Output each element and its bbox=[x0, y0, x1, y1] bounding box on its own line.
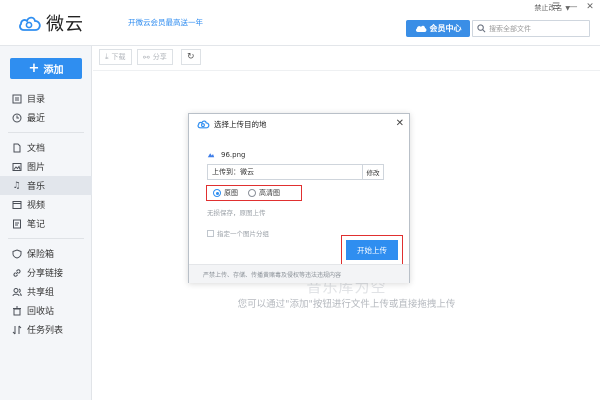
sidebar: + 添加 目录 最近 文档 图片 ♫ 音乐 视频 笔记 保险箱 分享链接 共享组… bbox=[0, 46, 92, 400]
cloud-logo-icon bbox=[19, 16, 41, 31]
album-group-option[interactable]: 指定一个图片分组 bbox=[207, 228, 269, 238]
add-button[interactable]: + 添加 bbox=[10, 58, 82, 79]
document-icon bbox=[11, 142, 22, 153]
sidebar-item-share-links[interactable]: 分享链接 bbox=[0, 263, 92, 282]
dialog-body: 96.png 上传到：微云 修改 原图 高清图 无损保存，原图上传 指定一个图片… bbox=[189, 134, 409, 265]
radio-selected-icon bbox=[213, 189, 221, 197]
clock-icon bbox=[11, 112, 22, 123]
directory-icon bbox=[11, 93, 22, 104]
minimize-icon[interactable]: — bbox=[567, 2, 579, 12]
quality-note: 无损保存，原图上传 bbox=[207, 209, 266, 217]
sidebar-divider bbox=[8, 238, 84, 239]
share-button[interactable]: ⚯ 分享 bbox=[137, 49, 173, 65]
checkbox[interactable] bbox=[207, 229, 214, 237]
video-icon bbox=[11, 199, 22, 210]
dialog-header: 选择上传目的地 bbox=[189, 114, 409, 134]
image-file-icon bbox=[207, 150, 215, 160]
sidebar-item-notes[interactable]: 笔记 bbox=[0, 214, 92, 233]
sidebar-item-label: 最近 bbox=[27, 114, 46, 124]
sidebar-item-recycle-bin[interactable]: 回收站 bbox=[0, 301, 92, 320]
sidebar-item-music[interactable]: ♫ 音乐 bbox=[0, 176, 92, 195]
modify-button[interactable]: 修改 bbox=[362, 164, 384, 180]
sidebar-item-label: 笔记 bbox=[27, 220, 46, 230]
file-item: 96.png bbox=[207, 150, 245, 160]
top-bar: 微云 开微云会员最高送一年 禁止改名 ▼ ☰ — ✕ 会员中心 bbox=[0, 0, 600, 46]
search-icon bbox=[477, 24, 486, 33]
close-window-icon[interactable]: ✕ bbox=[584, 2, 596, 12]
sidebar-item-documents[interactable]: 文档 bbox=[0, 138, 92, 157]
sidebar-nav: 目录 最近 文档 图片 ♫ 音乐 视频 笔记 保险箱 分享链接 共享组 回收站 … bbox=[0, 89, 92, 339]
search-input[interactable] bbox=[489, 24, 589, 33]
sidebar-item-label: 任务列表 bbox=[27, 326, 64, 336]
promo-link[interactable]: 开微云会员最高送一年 bbox=[128, 17, 203, 28]
link-icon bbox=[11, 267, 22, 278]
file-name: 96.png bbox=[221, 151, 246, 159]
group-icon bbox=[11, 286, 22, 297]
upload-destination-dialog: 选择上传目的地 ✕ 96.png 上传到：微云 修改 原图 高清图 无损保存，原… bbox=[188, 113, 410, 283]
sidebar-item-task-list[interactable]: 任务列表 bbox=[0, 320, 92, 339]
checkbox-label: 指定一个图片分组 bbox=[217, 230, 269, 238]
menu-icon[interactable]: ☰ bbox=[550, 2, 562, 12]
cloud-logo-icon bbox=[197, 120, 210, 129]
sidebar-item-label: 图片 bbox=[27, 163, 46, 173]
window-controls: ☰ — ✕ bbox=[550, 2, 596, 12]
sidebar-item-label: 目录 bbox=[27, 95, 46, 105]
note-icon bbox=[11, 218, 22, 229]
toolbar: ⤓ 下载 ⚯ 分享 ↻ bbox=[93, 46, 600, 71]
app-logo[interactable]: 微云 bbox=[18, 10, 84, 36]
refresh-icon: ↻ bbox=[187, 52, 195, 62]
start-upload-highlight: 开始上传 bbox=[341, 235, 403, 265]
radio-unselected-icon bbox=[248, 189, 256, 197]
cloud-icon bbox=[415, 25, 426, 32]
empty-state-hint: 您可以通过"添加"按钮进行文件上传或直接拖拽上传 bbox=[237, 299, 456, 310]
sidebar-item-label: 视频 bbox=[27, 201, 46, 211]
sidebar-item-videos[interactable]: 视频 bbox=[0, 195, 92, 214]
quality-option-hd[interactable]: 高清图 bbox=[248, 188, 280, 198]
sidebar-item-label: 回收站 bbox=[27, 307, 55, 317]
sidebar-item-shared-groups[interactable]: 共享组 bbox=[0, 282, 92, 301]
start-upload-button[interactable]: 开始上传 bbox=[346, 240, 398, 260]
music-icon: ♫ bbox=[12, 180, 21, 191]
sidebar-item-label: 音乐 bbox=[27, 182, 46, 192]
trash-icon bbox=[11, 305, 22, 316]
share-icon: ⚯ bbox=[143, 52, 150, 62]
dialog-title: 选择上传目的地 bbox=[214, 119, 267, 129]
sidebar-item-directory[interactable]: 目录 bbox=[0, 89, 92, 108]
sidebar-divider bbox=[8, 132, 84, 133]
sidebar-item-recent[interactable]: 最近 bbox=[0, 108, 92, 127]
safe-icon bbox=[11, 248, 22, 259]
refresh-button[interactable]: ↻ bbox=[181, 49, 201, 65]
download-label: 下载 bbox=[111, 53, 126, 61]
quality-selector: 原图 高清图 bbox=[206, 185, 302, 201]
sidebar-item-safe[interactable]: 保险箱 bbox=[0, 244, 92, 263]
sidebar-item-label: 文档 bbox=[27, 144, 46, 154]
app-name: 微云 bbox=[46, 14, 84, 35]
vip-center-button[interactable]: 会员中心 bbox=[406, 20, 470, 37]
download-button[interactable]: ⤓ 下载 bbox=[99, 49, 132, 65]
search-box[interactable] bbox=[472, 20, 590, 37]
plus-icon: + bbox=[28, 61, 40, 76]
add-button-label: 添加 bbox=[43, 65, 64, 76]
dialog-footer-note: 严禁上传、存储、传播黄赌毒及侵权等违法违规内容 bbox=[189, 264, 409, 283]
sidebar-item-label: 保险箱 bbox=[27, 250, 55, 260]
sidebar-item-images[interactable]: 图片 bbox=[0, 157, 92, 176]
quality-option-label: 原图 bbox=[224, 189, 238, 197]
download-icon: ⤓ bbox=[105, 52, 109, 61]
quality-option-original[interactable]: 原图 bbox=[213, 188, 238, 198]
sidebar-item-label: 分享链接 bbox=[27, 269, 64, 279]
image-icon bbox=[11, 161, 22, 172]
destination-field[interactable]: 上传到：微云 bbox=[207, 164, 363, 180]
task-list-icon bbox=[11, 324, 22, 335]
close-icon[interactable]: ✕ bbox=[396, 118, 404, 129]
share-label: 分享 bbox=[152, 53, 167, 61]
quality-option-label: 高清图 bbox=[259, 189, 280, 197]
vip-center-label: 会员中心 bbox=[429, 24, 462, 33]
sidebar-item-label: 共享组 bbox=[27, 288, 55, 298]
